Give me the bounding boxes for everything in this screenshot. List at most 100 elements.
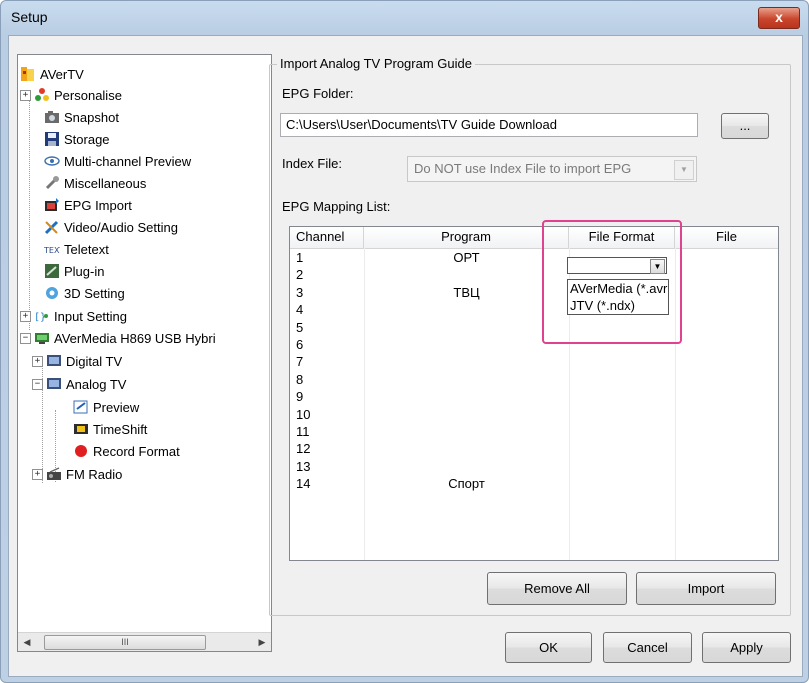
cell-channel: 11 [296,424,310,439]
tree-item-record-format[interactable]: Record Format [73,440,180,462]
3d-gear-icon [44,285,60,301]
tree-item-epg-import[interactable]: EPG Import [44,194,132,216]
cancel-button[interactable]: Cancel [603,632,692,663]
table-row[interactable]: 10 [290,407,778,423]
collapse-icon[interactable]: − [32,378,43,390]
epg-mapping-list[interactable]: Channel Program File Format File 1 ОРТ 2 3 Т… [289,226,779,561]
tree-item-3d-setting[interactable]: 3D Setting [44,282,125,304]
cell-channel: 5 [296,319,304,335]
cell-program: ТВЦ [453,284,480,300]
camera-icon [44,109,60,125]
avertv-logo-icon [20,66,36,82]
index-file-label: Index File: [282,156,342,171]
scroll-left-icon[interactable]: ◀ [20,635,34,649]
browse-button[interactable]: ... [721,113,769,139]
expand-icon[interactable]: + [32,468,43,480]
table-row[interactable]: 12 [290,441,778,457]
tools-icon [44,219,60,235]
teletext-icon: TEXT [43,241,64,257]
tree-item-fm-radio[interactable]: + FM Radio [32,463,122,485]
tree-item-avertv[interactable]: AVerTV [20,63,84,85]
tree-item-preview[interactable]: Preview [73,396,139,418]
svg-text:[}: [} [34,312,46,323]
cell-channel: 2 [296,267,304,283]
column-header-program[interactable]: Program [364,227,569,248]
import-button[interactable]: Import [636,572,776,605]
tree-item-personalise[interactable]: + Personalise [20,84,122,106]
chevron-down-icon[interactable]: ▼ [674,160,694,180]
tree-item-timeshift[interactable]: TimeShift [73,418,147,440]
table-row[interactable]: 7 [290,354,778,370]
tree-item-analog-tv[interactable]: − Analog TV [32,373,126,395]
tree-item-teletext[interactable]: TEXT Teletext [43,238,109,260]
eye-icon [44,153,60,169]
tree-item-avermedia-h869[interactable]: − AVerMedia H869 USB Hybri [20,327,216,349]
table-row[interactable]: 6 [290,337,778,353]
table-row[interactable]: 3 ТВЦ [290,285,778,301]
epg-folder-label: EPG Folder: [282,86,354,101]
table-row[interactable]: 13 [290,459,778,475]
setup-window: Setup x AVerTV + Personalise Snapshot St… [0,0,809,683]
cell-channel: 14 [296,476,311,492]
table-row[interactable]: 2 [290,267,778,283]
cell-channel: 12 [296,441,311,457]
tree-item-digital-tv[interactable]: + Digital TV [32,350,122,372]
svg-text:TEXT: TEXT [44,246,60,255]
tv-tuner-icon [34,330,50,346]
tree-item-multi-channel-preview[interactable]: Multi-channel Preview [44,150,191,172]
mapping-list-label: EPG Mapping List: [282,199,391,214]
cell-channel: 4 [296,302,304,318]
tree-item-storage[interactable]: Storage [44,128,110,150]
cell-channel: 10 [296,406,311,422]
tree-item-miscellaneous[interactable]: Miscellaneous [44,172,146,194]
cell-channel: 13 [296,458,311,474]
table-row[interactable]: 5 [290,320,778,336]
cell-program: ОРТ [453,250,480,265]
list-header: Channel Program File Format File [290,227,778,249]
table-row[interactable]: 4 [290,302,778,318]
settings-tree[interactable]: AVerTV + Personalise Snapshot Storage Mu… [17,54,272,652]
plugin-icon [44,263,60,279]
cell-channel: 9 [296,389,304,405]
column-header-channel[interactable]: Channel [290,227,364,248]
remove-all-button[interactable]: Remove All [487,572,627,605]
expand-icon[interactable]: + [20,89,31,101]
cell-channel: 3 [296,284,304,300]
tree-horizontal-scrollbar[interactable]: ◀ III ▶ [18,632,271,651]
tree-item-snapshot[interactable]: Snapshot [44,106,119,128]
cell-channel: 6 [296,337,304,352]
expand-icon[interactable]: + [20,310,31,322]
collapse-icon[interactable]: − [20,332,31,344]
scroll-thumb[interactable]: III [44,635,206,650]
preview-icon [73,399,89,415]
title-bar[interactable]: Setup x [1,1,808,35]
tree-item-video-audio-setting[interactable]: Video/Audio Setting [44,216,178,238]
table-row[interactable]: 14 Спорт [290,476,778,492]
tree-item-input-setting[interactable]: + [} Input Setting [20,305,127,327]
input-icon: [} [34,308,50,324]
table-row[interactable]: 8 [290,372,778,388]
scroll-right-icon[interactable]: ▶ [255,635,269,649]
digital-tv-icon [46,353,62,369]
dialog-client-area: AVerTV + Personalise Snapshot Storage Mu… [8,35,803,677]
cell-channel: 1 [296,250,304,265]
record-icon [73,443,89,459]
epg-import-icon [44,197,60,213]
table-row[interactable]: 1 ОРТ [290,250,778,266]
ok-button[interactable]: OK [505,632,592,663]
column-header-file[interactable]: File [675,227,778,248]
expand-icon[interactable]: + [32,355,43,367]
table-row[interactable]: 11 [290,424,778,440]
index-file-combobox[interactable]: Do NOT use Index File to import EPG ▼ [407,156,697,182]
cell-channel: 7 [296,354,304,370]
table-row[interactable]: 9 [290,389,778,405]
close-button[interactable]: x [758,7,800,29]
analog-tv-icon [46,376,62,392]
fm-radio-icon [46,466,62,482]
apply-button[interactable]: Apply [702,632,791,663]
timeshift-icon [73,421,89,437]
floppy-disk-icon [44,131,60,147]
tree-item-plug-in[interactable]: Plug-in [44,260,104,282]
index-file-value: Do NOT use Index File to import EPG [414,161,632,176]
epg-folder-input[interactable]: C:\Users\User\Documents\TV Guide Downloa… [280,113,698,137]
